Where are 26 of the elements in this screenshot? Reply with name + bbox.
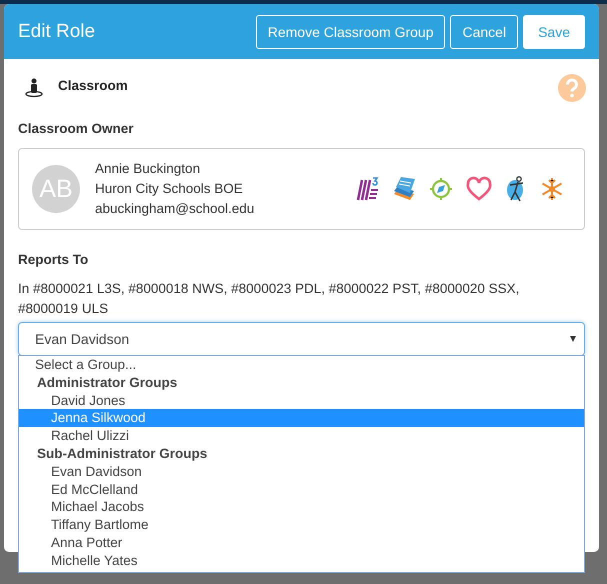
bars-icon[interactable]: [354, 176, 380, 202]
compass-icon[interactable]: [428, 176, 454, 202]
dropdown-option[interactable]: Michelle Yates: [19, 552, 584, 570]
owner-email: abuckingham@school.edu: [95, 200, 256, 218]
section-heading: Reports To: [18, 252, 90, 267]
dialog-title: Edit Role: [18, 20, 96, 42]
dropdown-option[interactable]: Rachel Ulizzi: [19, 427, 584, 445]
role-label: Classroom: [58, 78, 129, 92]
dropdown-option[interactable]: David Jones: [19, 392, 584, 410]
owner-organization: Huron City Schools BOE: [95, 180, 244, 198]
dropdown-option[interactable]: Select a Group...: [19, 356, 584, 374]
option-group-label: Administrator Groups: [36, 374, 178, 392]
dropdown-option[interactable]: Ed McClelland: [19, 480, 584, 498]
caret-icon: [570, 336, 576, 342]
section-heading: Classroom Owner: [18, 121, 135, 136]
dropdown-option[interactable]: Michael Jacobs: [19, 498, 584, 516]
snowflake-icon[interactable]: [539, 176, 565, 202]
group-list-text: In #8000021 L3S, #8000018 NWS, #8000023 PDL, #8000022 PST, #8000020 SSX, #8000019 ULS: [18, 280, 520, 318]
heart-icon[interactable]: [465, 176, 493, 202]
dropdown-option[interactable]: Evan Davidson: [19, 462, 584, 481]
owner-name: Annie Buckington: [95, 160, 202, 178]
books-icon[interactable]: [391, 176, 417, 202]
dropdown-option[interactable]: Tiffany Bartlome: [19, 516, 584, 534]
person-icon: [24, 78, 44, 98]
option-group-label: Sub-Administrator Groups: [36, 444, 208, 463]
dropdown-option[interactable]: Anna Potter: [19, 534, 584, 552]
